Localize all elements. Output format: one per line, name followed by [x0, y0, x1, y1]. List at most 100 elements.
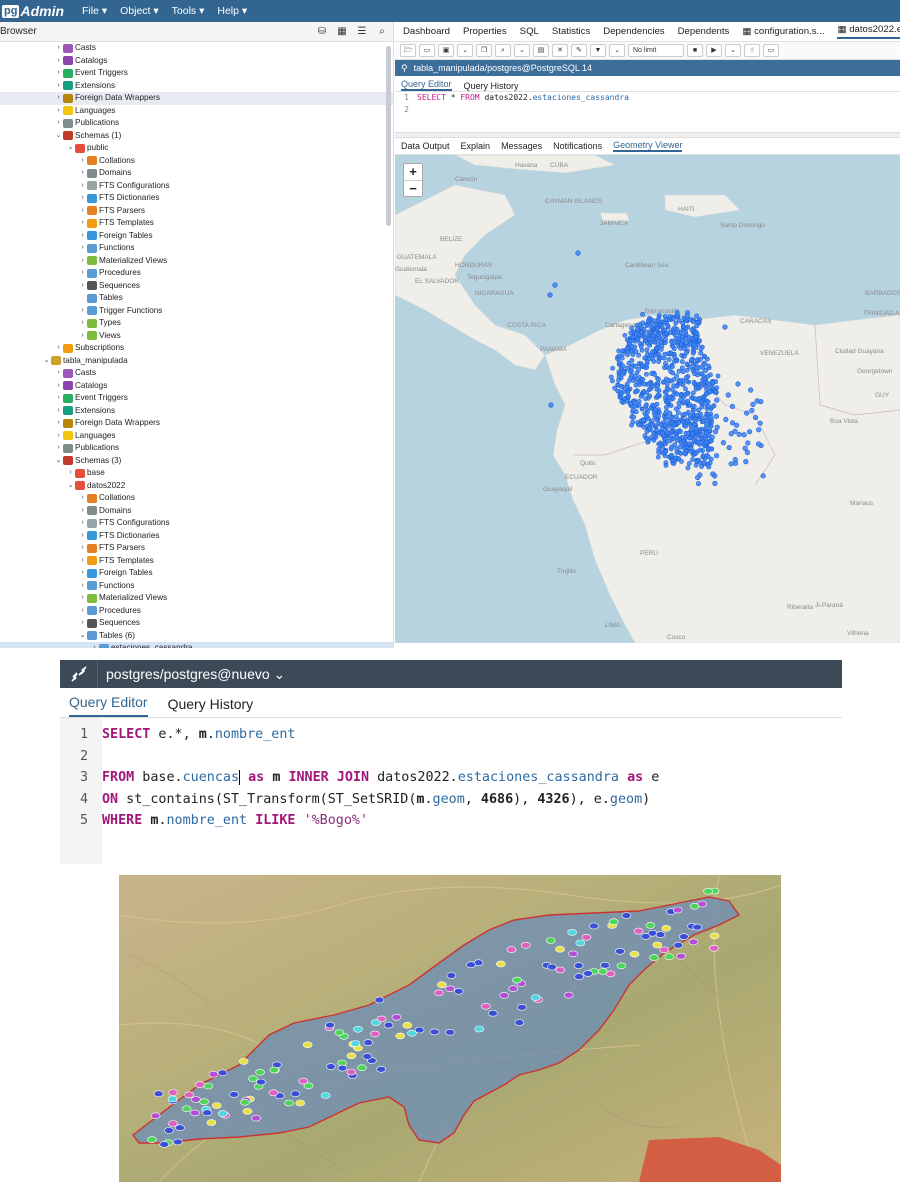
geometry-point[interactable]	[688, 449, 694, 454]
tab-0[interactable]: Dashboard	[403, 26, 450, 37]
geometry-point[interactable]	[680, 369, 686, 375]
geometry-point[interactable]	[643, 403, 649, 409]
geometry-point[interactable]	[640, 311, 646, 317]
more-icon[interactable]: ▭	[763, 44, 779, 57]
geometry-point[interactable]	[647, 381, 652, 387]
geometry-point[interactable]	[703, 425, 709, 431]
geometry-point[interactable]	[673, 336, 679, 342]
geometry-point[interactable]	[616, 348, 622, 354]
geometry-point[interactable]	[723, 416, 729, 423]
chevron-right-icon[interactable]: ›	[78, 267, 87, 280]
tree-node[interactable]: › Sequences	[0, 280, 393, 293]
geometry-point[interactable]	[619, 355, 625, 361]
tree-node[interactable]: › Collations	[0, 492, 393, 505]
geometry-point[interactable]	[690, 457, 695, 462]
chevron-right-icon[interactable]: ›	[78, 167, 87, 180]
geometry-point[interactable]	[669, 364, 675, 370]
geometry-map-svg[interactable]: Havana CUBA Cancún CAYMAN ISLANDS JAMAICA HAI…	[395, 155, 900, 643]
chevron-down-icon[interactable]: ⌄	[54, 130, 63, 143]
geometry-point[interactable]	[670, 387, 675, 392]
geometry-point[interactable]	[690, 390, 696, 396]
geometry-point[interactable]	[694, 313, 700, 319]
tree-node[interactable]: › base	[0, 467, 393, 480]
tree-node[interactable]: › FTS Configurations	[0, 517, 393, 530]
chevron-right-icon[interactable]: ›	[54, 92, 63, 105]
geometry-point[interactable]	[626, 360, 632, 366]
geometry-point[interactable]	[729, 403, 736, 410]
geometry-point[interactable]	[694, 412, 700, 418]
geometry-point[interactable]	[663, 441, 669, 447]
tree-node[interactable]: › Event Triggers	[0, 392, 393, 405]
geometry-point[interactable]	[575, 250, 581, 256]
geometry-point[interactable]	[676, 456, 682, 461]
geometry-point[interactable]	[655, 326, 661, 331]
geometry-point[interactable]	[686, 441, 692, 447]
geometry-point[interactable]	[663, 415, 669, 420]
chevron-right-icon[interactable]: ›	[78, 517, 87, 530]
geometry-point[interactable]	[639, 406, 645, 412]
chevron-right-icon[interactable]: ›	[78, 580, 87, 593]
chevron-down-icon[interactable]: ⌄	[42, 355, 51, 368]
geometry-point[interactable]	[628, 348, 634, 354]
geometry-point[interactable]	[629, 368, 634, 374]
geometry-point[interactable]	[686, 461, 692, 466]
menu-item-1[interactable]: Object ▾	[120, 5, 159, 17]
geometry-point[interactable]	[665, 430, 671, 436]
geometry-point[interactable]	[722, 324, 728, 330]
chevron-right-icon[interactable]: ›	[54, 117, 63, 130]
geometry-point[interactable]	[632, 373, 638, 379]
geometry-point[interactable]	[624, 337, 630, 343]
tab-3[interactable]: Statistics	[552, 26, 590, 37]
tree-node[interactable]: ⌄ Tables (6)	[0, 630, 393, 643]
geometry-point[interactable]	[678, 429, 683, 435]
geometry-point[interactable]	[642, 355, 648, 361]
chevron-right-icon[interactable]: ›	[66, 467, 75, 480]
geometry-point[interactable]	[658, 339, 664, 345]
geometry-point[interactable]	[681, 315, 687, 321]
geometry-point[interactable]	[640, 320, 646, 326]
geometry-point[interactable]	[644, 347, 650, 353]
edit-icon[interactable]: ✎	[571, 44, 587, 57]
geometry-point[interactable]	[689, 327, 695, 333]
geometry-point[interactable]	[749, 407, 755, 414]
tree-node[interactable]: › Casts	[0, 367, 393, 380]
geometry-point[interactable]	[671, 422, 677, 428]
stop-icon[interactable]: ■	[687, 44, 703, 57]
geometry-point[interactable]	[653, 407, 659, 413]
chevron-right-icon[interactable]: ›	[78, 305, 87, 318]
geometry-point[interactable]	[687, 435, 693, 441]
geometry-point[interactable]	[644, 323, 650, 328]
geometry-point[interactable]	[641, 381, 647, 387]
tree-node[interactable]: › Foreign Tables	[0, 230, 393, 243]
geometry-point[interactable]	[639, 347, 645, 353]
geometry-point[interactable]	[654, 417, 660, 423]
geometry-point[interactable]	[669, 428, 674, 434]
geometry-point[interactable]	[690, 408, 696, 414]
geometry-point[interactable]	[680, 442, 686, 448]
geometry-point[interactable]	[671, 377, 677, 382]
geometry-point[interactable]	[644, 351, 650, 357]
query-tab-2-1[interactable]: Query History	[168, 696, 254, 717]
geometry-viewer-map[interactable]: Havana CUBA Cancún CAYMAN ISLANDS JAMAICA HAI…	[395, 155, 900, 643]
geometry-point[interactable]	[705, 454, 711, 460]
tree-node[interactable]: › Casts	[0, 42, 393, 55]
geometry-point[interactable]	[632, 389, 638, 395]
geometry-point[interactable]	[741, 432, 747, 438]
geometry-point[interactable]	[663, 337, 668, 342]
geometry-point[interactable]	[679, 334, 685, 339]
chevron-right-icon[interactable]: ›	[54, 367, 63, 380]
geometry-point[interactable]	[650, 349, 655, 355]
geometry-point[interactable]	[633, 409, 639, 415]
geometry-point[interactable]	[712, 389, 718, 395]
geometry-point[interactable]	[707, 389, 713, 395]
geometry-point[interactable]	[644, 409, 650, 415]
geometry-point[interactable]	[655, 332, 661, 337]
geometry-point[interactable]	[644, 429, 650, 434]
geometry-point[interactable]	[675, 313, 681, 319]
geometry-point[interactable]	[674, 429, 679, 435]
geometry-point[interactable]	[687, 364, 693, 370]
geometry-point[interactable]	[670, 343, 676, 349]
geometry-point[interactable]	[660, 444, 665, 450]
tab-2[interactable]: SQL	[520, 26, 539, 37]
query-tab-1[interactable]: Query History	[464, 81, 519, 91]
